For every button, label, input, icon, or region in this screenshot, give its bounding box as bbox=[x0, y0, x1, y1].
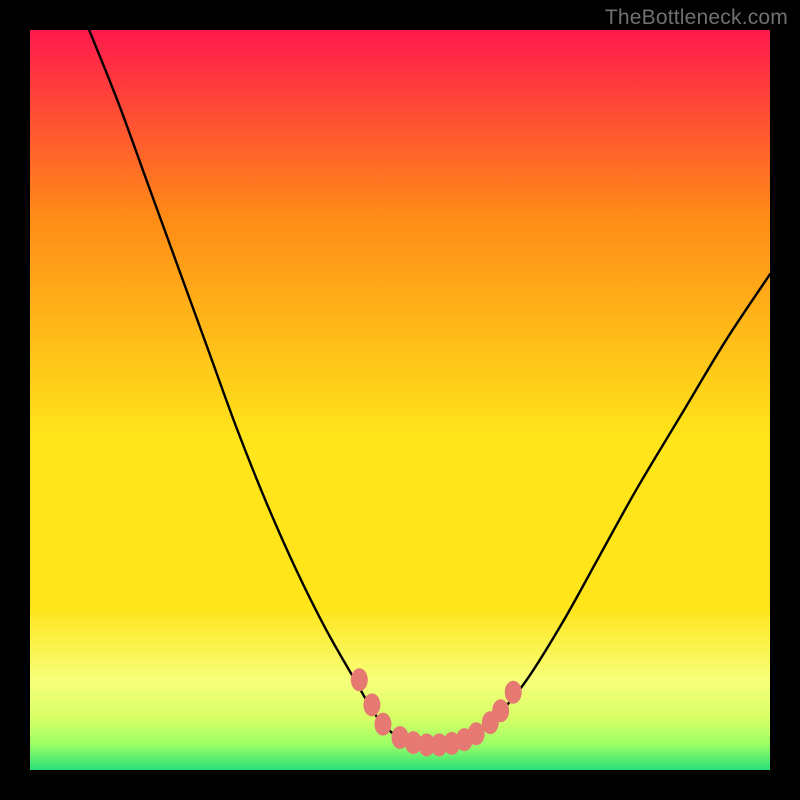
marker-dot bbox=[351, 668, 368, 691]
marker-dot bbox=[505, 681, 522, 704]
marker-dot bbox=[374, 713, 391, 736]
marker-dot bbox=[363, 693, 380, 716]
marker-dot bbox=[492, 699, 509, 722]
watermark-text: TheBottleneck.com bbox=[605, 6, 788, 30]
bottleneck-chart bbox=[0, 0, 800, 800]
chart-stage: TheBottleneck.com bbox=[0, 0, 800, 800]
plot-background bbox=[30, 30, 770, 770]
